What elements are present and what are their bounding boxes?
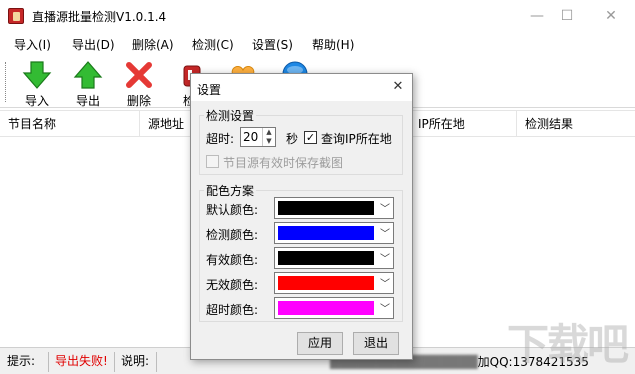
menu-settings[interactable]: 设置(S)	[252, 36, 293, 53]
delete-label: 删除	[126, 94, 151, 108]
status-hint-label: 提示:	[3, 352, 49, 372]
timeout-color-select[interactable]: ﹀	[274, 297, 394, 319]
menu-import[interactable]: 导入(I)	[14, 36, 51, 53]
query-ip-label[interactable]: 查询IP所在地	[321, 130, 392, 147]
timeout-unit: 秒	[286, 132, 299, 146]
timeout-color-label: 超时颜色:	[206, 303, 259, 317]
invalid-color-select[interactable]: ﹀	[274, 272, 394, 294]
menu-check[interactable]: 检测(C)	[192, 36, 234, 53]
timeout-label: 超时:	[206, 132, 235, 146]
chevron-down-icon: ﹀	[380, 204, 390, 215]
valid-color-label: 有效颜色:	[206, 253, 259, 267]
menu-help[interactable]: 帮助(H)	[312, 36, 354, 53]
color-scheme-title: 配色方案	[204, 182, 257, 199]
maximize-button[interactable]: ☐	[552, 6, 582, 26]
settings-dialog: 设置 ✕ 检测设置 超时: 20 ▲ ▼ 秒 ✓ 查询IP所在地 节目源有效时保…	[190, 73, 413, 360]
menu-bar: 导入(I) 导出(D) 删除(A) 检测(C) 设置(S) 帮助(H)	[0, 32, 635, 56]
dialog-close-button[interactable]: ✕	[388, 77, 408, 97]
detect-settings-group: 检测设置 超时: 20 ▲ ▼ 秒 ✓ 查询IP所在地 节目源有效时保存截图	[199, 107, 403, 175]
color-scheme-group: 配色方案 默认颜色: ﹀ 检测颜色: ﹀ 有效颜色: ﹀ 无效颜色: ﹀ 超时颜…	[199, 182, 403, 322]
exit-button[interactable]: 退出	[353, 332, 399, 355]
watermark-logo: 下载吧	[506, 320, 629, 369]
timeout-spinner[interactable]: 20 ▲ ▼	[240, 127, 276, 147]
invalid-color-swatch	[278, 276, 374, 290]
checking-color-swatch	[278, 226, 374, 240]
checking-color-label: 检测颜色:	[206, 228, 259, 242]
valid-color-select[interactable]: ﹀	[274, 247, 394, 269]
query-ip-checkbox[interactable]: ✓	[304, 131, 317, 144]
export-button[interactable]: 导出	[65, 58, 111, 108]
delete-x-icon	[126, 62, 152, 88]
save-screenshot-checkbox[interactable]	[206, 155, 219, 168]
chevron-down-icon: ﹀	[380, 229, 390, 240]
status-hint-value: 导出失败!	[51, 352, 115, 372]
chevron-down-icon: ﹀	[380, 304, 390, 315]
spin-down-icon[interactable]: ▼	[263, 137, 275, 146]
minimize-button[interactable]: —	[522, 6, 552, 26]
status-desc-label: 说明:	[117, 352, 157, 372]
window-title: 直播源批量检测V1.0.1.4	[32, 10, 167, 24]
default-color-label: 默认颜色:	[206, 203, 259, 217]
timeout-spin-arrows[interactable]: ▲ ▼	[262, 128, 275, 146]
column-header-name[interactable]: 节目名称	[0, 111, 140, 137]
close-button[interactable]: ✕	[596, 6, 626, 26]
chevron-down-icon: ﹀	[380, 279, 390, 290]
dialog-title-bar: 设置 ✕	[191, 74, 412, 101]
delete-button[interactable]: 删除	[116, 58, 162, 108]
menu-delete[interactable]: 删除(A)	[132, 36, 174, 53]
menu-export[interactable]: 导出(D)	[72, 36, 115, 53]
timeout-value: 20	[243, 130, 259, 144]
default-color-swatch	[278, 201, 374, 215]
invalid-color-label: 无效颜色:	[206, 278, 259, 292]
app-icon	[8, 8, 24, 24]
export-label: 导出	[75, 94, 100, 108]
timeout-color-swatch	[278, 301, 374, 315]
import-button[interactable]: 导入	[14, 58, 60, 108]
import-arrow-down-icon	[22, 61, 52, 89]
detect-settings-title: 检测设置	[204, 107, 257, 124]
dialog-title: 设置	[197, 83, 222, 97]
checking-color-select[interactable]: ﹀	[274, 222, 394, 244]
column-header-result[interactable]: 检测结果	[517, 111, 635, 137]
import-label: 导入	[24, 94, 49, 108]
toolbar-grip	[5, 62, 7, 102]
chevron-down-icon: ﹀	[380, 254, 390, 265]
apply-button[interactable]: 应用	[297, 332, 343, 355]
export-arrow-up-icon	[73, 61, 103, 89]
valid-color-swatch	[278, 251, 374, 265]
column-header-ip[interactable]: IP所在地	[410, 111, 517, 137]
title-bar: 直播源批量检测V1.0.1.4 — ☐ ✕	[0, 0, 635, 32]
spin-up-icon[interactable]: ▲	[263, 128, 275, 137]
default-color-select[interactable]: ﹀	[274, 197, 394, 219]
save-screenshot-label: 节目源有效时保存截图	[223, 156, 344, 170]
